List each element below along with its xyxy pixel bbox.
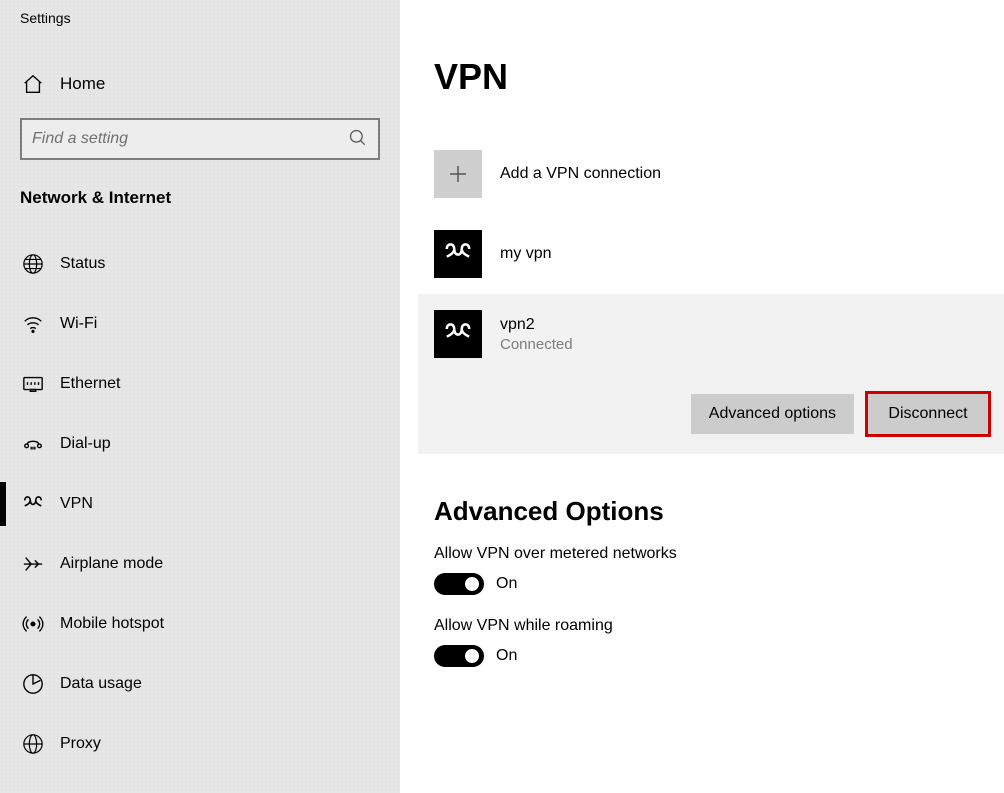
add-vpn-label: Add a VPN connection: [500, 165, 661, 183]
search-input[interactable]: [20, 118, 380, 160]
sidebar-category: Network & Internet: [0, 160, 400, 218]
page-title: VPN: [434, 56, 1004, 98]
sidebar-item-label: Airplane mode: [60, 555, 163, 573]
datausage-icon: [22, 673, 44, 695]
option-metered: Allow VPN over metered networks On: [434, 545, 1004, 595]
globe-icon: [22, 253, 44, 275]
hotspot-icon: [22, 613, 44, 635]
sidebar-item-airplane[interactable]: Airplane mode: [0, 534, 400, 594]
option-label: Allow VPN while roaming: [434, 617, 1004, 635]
main-panel: VPN Add a VPN connection my vpn: [400, 0, 1004, 793]
airplane-icon: [22, 553, 44, 575]
sidebar-item-dialup[interactable]: Dial-up: [0, 414, 400, 474]
home-icon: [22, 73, 44, 95]
sidebar-item-label: Dial-up: [60, 435, 111, 453]
vpn-connection-vpn2-card[interactable]: vpn2 Connected Advanced options Disconne…: [418, 294, 1004, 454]
advanced-options-button[interactable]: Advanced options: [691, 394, 854, 434]
sidebar-item-wifi[interactable]: Wi-Fi: [0, 294, 400, 354]
sidebar-item-datausage[interactable]: Data usage: [0, 654, 400, 714]
sidebar-item-label: Status: [60, 255, 105, 273]
sidebar-item-home[interactable]: Home: [0, 54, 400, 114]
sidebar-item-label: Ethernet: [60, 375, 120, 393]
vpn-connection-name: my vpn: [500, 245, 552, 263]
advanced-options-heading: Advanced Options: [434, 496, 1004, 527]
toggle-state: On: [496, 647, 517, 665]
ethernet-icon: [22, 373, 44, 395]
sidebar-item-label: Data usage: [60, 675, 142, 693]
vpn-connection-icon: [434, 310, 482, 358]
plus-icon: [434, 150, 482, 198]
search-icon: [348, 128, 368, 148]
sidebar-item-hotspot[interactable]: Mobile hotspot: [0, 594, 400, 654]
vpn-connection-status: Connected: [500, 336, 573, 353]
sidebar-item-status[interactable]: Status: [0, 234, 400, 294]
vpn-nav-icon: [22, 493, 44, 515]
option-label: Allow VPN over metered networks: [434, 545, 1004, 563]
sidebar-item-label: Mobile hotspot: [60, 615, 164, 633]
toggle-roaming[interactable]: [434, 645, 484, 667]
add-vpn-row[interactable]: Add a VPN connection: [434, 134, 1004, 214]
sidebar: Settings Home Network & Internet Status: [0, 0, 400, 793]
vpn-connection-name: vpn2: [500, 316, 573, 334]
sidebar-item-ethernet[interactable]: Ethernet: [0, 354, 400, 414]
wifi-icon: [22, 313, 44, 335]
sidebar-item-label: Wi-Fi: [60, 315, 97, 333]
vpn-connection-icon: [434, 230, 482, 278]
window-title: Settings: [0, 0, 400, 26]
option-roaming: Allow VPN while roaming On: [434, 617, 1004, 667]
sidebar-item-proxy[interactable]: Proxy: [0, 714, 400, 774]
dialup-icon: [22, 433, 44, 455]
search-box-container: [20, 118, 380, 160]
sidebar-item-label: VPN: [60, 495, 93, 513]
toggle-state: On: [496, 575, 517, 593]
vpn-connection-myvpn[interactable]: my vpn: [434, 214, 1004, 294]
disconnect-button[interactable]: Disconnect: [868, 394, 988, 434]
toggle-metered[interactable]: [434, 573, 484, 595]
proxy-icon: [22, 733, 44, 755]
sidebar-item-label: Home: [60, 74, 105, 94]
sidebar-item-label: Proxy: [60, 735, 101, 753]
sidebar-item-vpn[interactable]: VPN: [0, 474, 400, 534]
